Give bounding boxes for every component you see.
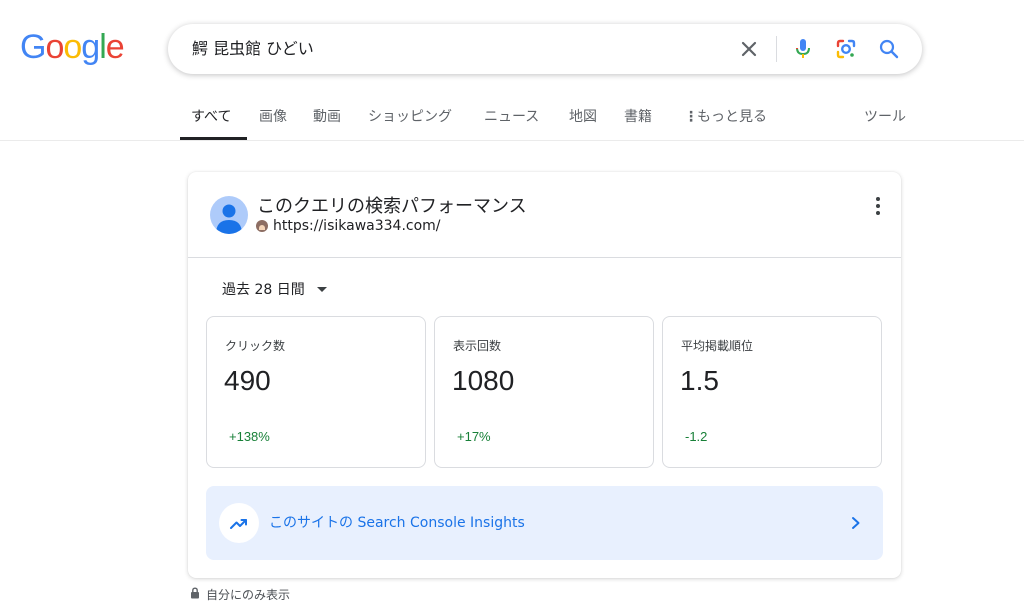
logo-letter: g: [81, 28, 100, 66]
metric-clicks: クリック数 490 +138%: [206, 316, 426, 468]
search-tabs: すべて 画像 動画 ショッピング ニュース 地図 書籍 ⋮もっと見る ツール: [0, 96, 1024, 141]
avatar: [210, 196, 248, 234]
site-url: https://isikawa334.com/: [273, 218, 441, 234]
tab-books[interactable]: 書籍: [624, 106, 652, 126]
more-vert-icon: ⋮: [684, 109, 698, 125]
metric-value: 1080: [452, 365, 515, 396]
tab-more[interactable]: ⋮もっと見る: [684, 106, 767, 126]
tab-videos[interactable]: 動画: [313, 106, 341, 126]
metric-label: 表示回数: [453, 339, 502, 353]
metric-change: +138%: [229, 429, 270, 444]
search-input[interactable]: 鰐 昆虫館 ひどい: [192, 24, 314, 74]
search-divider: [776, 36, 777, 62]
tab-tools[interactable]: ツール: [864, 106, 906, 126]
metric-value: 490: [224, 365, 271, 396]
logo-letter: G: [20, 28, 46, 66]
private-note-label: 自分にのみ表示: [206, 588, 291, 602]
chevron-right-icon: [846, 513, 866, 533]
tab-maps[interactable]: 地図: [569, 106, 597, 126]
lock-icon: [190, 587, 200, 602]
metric-change: -1.2: [685, 429, 708, 444]
metric-label: クリック数: [225, 339, 286, 353]
logo-letter: e: [105, 28, 125, 66]
search-console-insights-link[interactable]: このサイトの Search Console Insights: [206, 486, 883, 560]
metric-change: +17%: [457, 429, 491, 444]
tab-all[interactable]: すべて: [191, 106, 231, 126]
caret-down-icon: [316, 286, 327, 292]
search-icon[interactable]: [876, 36, 902, 62]
insights-link-label: このサイトの Search Console Insights: [269, 515, 525, 531]
metric-label: 平均掲載順位: [681, 339, 754, 353]
metric-impressions: 表示回数 1080 +17%: [434, 316, 654, 468]
card-header: このクエリの検索パフォーマンス https://isikawa334.com/: [188, 172, 901, 258]
lens-icon[interactable]: [833, 36, 859, 62]
header: Google 鰐 昆虫館 ひどい: [0, 0, 1024, 96]
google-logo[interactable]: Google: [20, 27, 125, 67]
logo-letter: o: [45, 28, 64, 66]
period-label: 過去 28 日間: [222, 282, 305, 298]
more-options-icon[interactable]: [868, 194, 888, 218]
logo-letter: o: [63, 28, 82, 66]
tab-images[interactable]: 画像: [259, 106, 287, 126]
site-favicon-icon: [256, 220, 268, 232]
site-url-line: https://isikawa334.com/: [256, 218, 441, 234]
tab-more-label: もっと見る: [697, 109, 767, 125]
tab-shopping[interactable]: ショッピング: [368, 106, 452, 126]
mic-icon[interactable]: [790, 36, 816, 62]
close-icon[interactable]: [736, 36, 762, 62]
period-dropdown[interactable]: 過去 28 日間: [222, 279, 327, 299]
card-title: このクエリの検索パフォーマンス: [257, 196, 527, 217]
metric-value: 1.5: [680, 365, 719, 396]
active-tab-indicator: [180, 137, 247, 140]
search-box[interactable]: 鰐 昆虫館 ひどい: [168, 24, 922, 74]
trending-up-icon: [219, 503, 259, 543]
metric-avg-position: 平均掲載順位 1.5 -1.2: [662, 316, 882, 468]
search-performance-card: このクエリの検索パフォーマンス https://isikawa334.com/ …: [188, 172, 901, 578]
private-note: 自分にのみ表示: [190, 586, 290, 603]
tab-news[interactable]: ニュース: [484, 106, 539, 126]
